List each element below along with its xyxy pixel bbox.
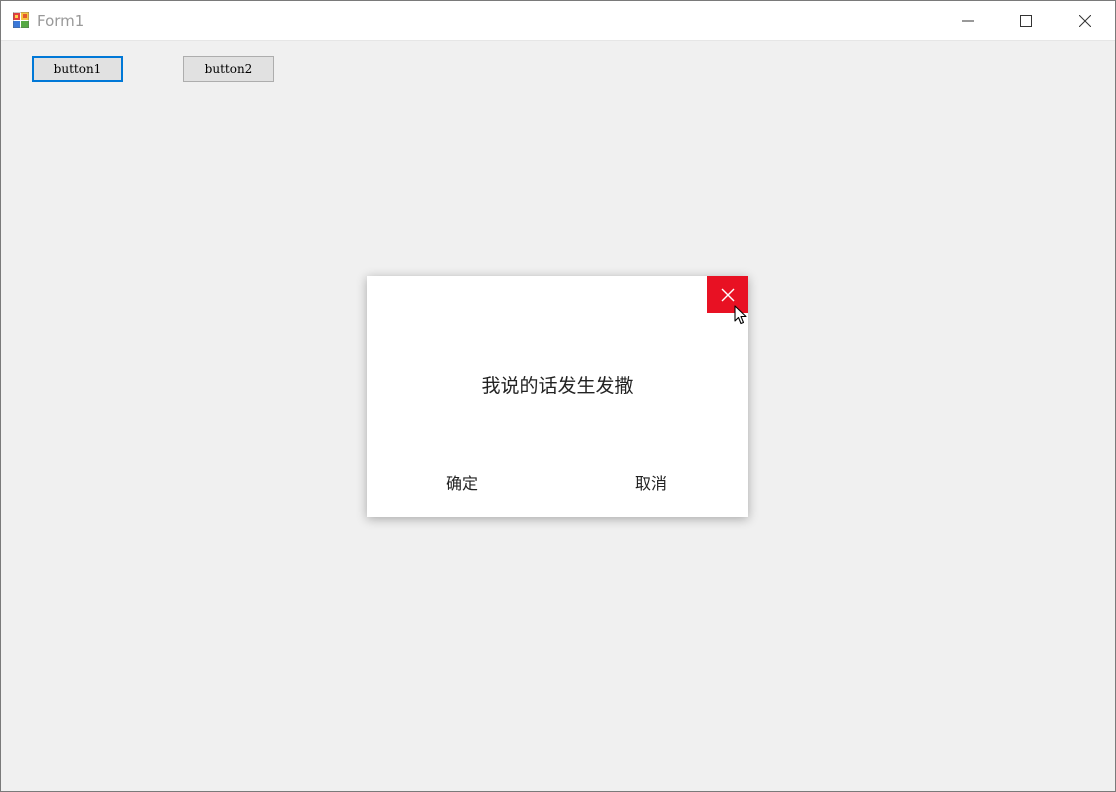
minimize-icon [962,20,974,21]
window-title: Form1 [37,12,85,30]
cancel-button[interactable]: 取消 [611,472,691,496]
button1[interactable]: button1 [32,56,123,82]
message-dialog: 我说的话发生发撒 确定 取消 [367,276,748,517]
close-icon [1079,14,1091,27]
maximize-button[interactable] [997,1,1055,40]
window-close-button[interactable] [1056,1,1114,40]
mouse-pointer-icon [734,305,747,325]
title-bar[interactable]: Form1 [1,1,1115,41]
dialog-message: 我说的话发生发撒 [481,375,634,397]
ok-button[interactable]: 确定 [422,472,502,496]
main-window: Form1 button1 button2 我说的话发生发撒 确定 取消 [0,0,1116,792]
close-icon [721,288,734,301]
minimize-button[interactable] [939,1,997,40]
button2[interactable]: button2 [183,56,274,82]
app-icon [13,12,29,28]
maximize-icon [1020,14,1032,27]
